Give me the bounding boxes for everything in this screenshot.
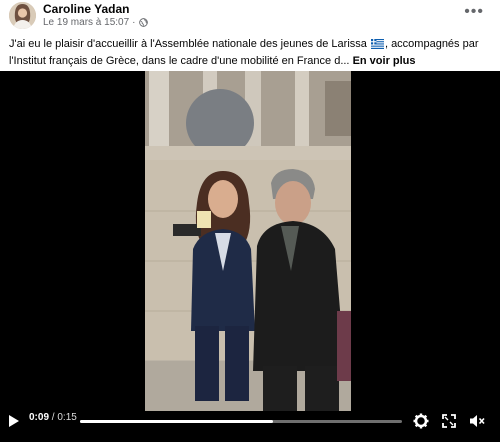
greek-flag-icon bbox=[370, 39, 384, 49]
post-text: J'ai eu le plaisir d'accueillir à l'Asse… bbox=[9, 36, 491, 70]
video-player[interactable] bbox=[0, 71, 500, 448]
progress-bar[interactable] bbox=[80, 420, 402, 423]
post-text-line1: J'ai eu le plaisir d'accueillir à l'Asse… bbox=[9, 38, 367, 50]
duration: 0:15 bbox=[57, 412, 77, 423]
post-header: Caroline Yadan Le 19 mars à 15:07 · ••• bbox=[0, 0, 500, 36]
see-more-link[interactable]: En voir plus bbox=[353, 55, 416, 67]
settings-gear-icon[interactable] bbox=[413, 413, 429, 429]
time-separator: / bbox=[51, 412, 55, 423]
more-options-icon[interactable]: ••• bbox=[464, 3, 484, 21]
video-time: 0:09 / 0:15 bbox=[29, 412, 77, 423]
post-text-line2: l'Institut français de Grèce, dans le ca… bbox=[9, 55, 350, 67]
globe-icon[interactable] bbox=[138, 18, 148, 27]
facebook-post: Caroline Yadan Le 19 mars à 15:07 · ••• … bbox=[0, 0, 500, 448]
meta-dot: · bbox=[132, 17, 136, 28]
author-avatar[interactable] bbox=[9, 2, 36, 29]
progress-fill bbox=[80, 420, 274, 423]
fullscreen-icon[interactable] bbox=[442, 414, 456, 428]
muted-speaker-icon[interactable] bbox=[469, 413, 485, 429]
current-time: 0:09 bbox=[29, 412, 50, 423]
author-name[interactable]: Caroline Yadan bbox=[43, 2, 129, 16]
post-text-line1-end: , accompagnés par bbox=[384, 38, 479, 50]
post-footer-strip bbox=[0, 442, 500, 448]
video-frame[interactable] bbox=[145, 71, 351, 411]
post-meta: Le 19 mars à 15:07 · bbox=[43, 17, 148, 28]
play-icon[interactable] bbox=[8, 414, 20, 428]
post-timestamp[interactable]: Le 19 mars à 15:07 bbox=[43, 17, 129, 28]
